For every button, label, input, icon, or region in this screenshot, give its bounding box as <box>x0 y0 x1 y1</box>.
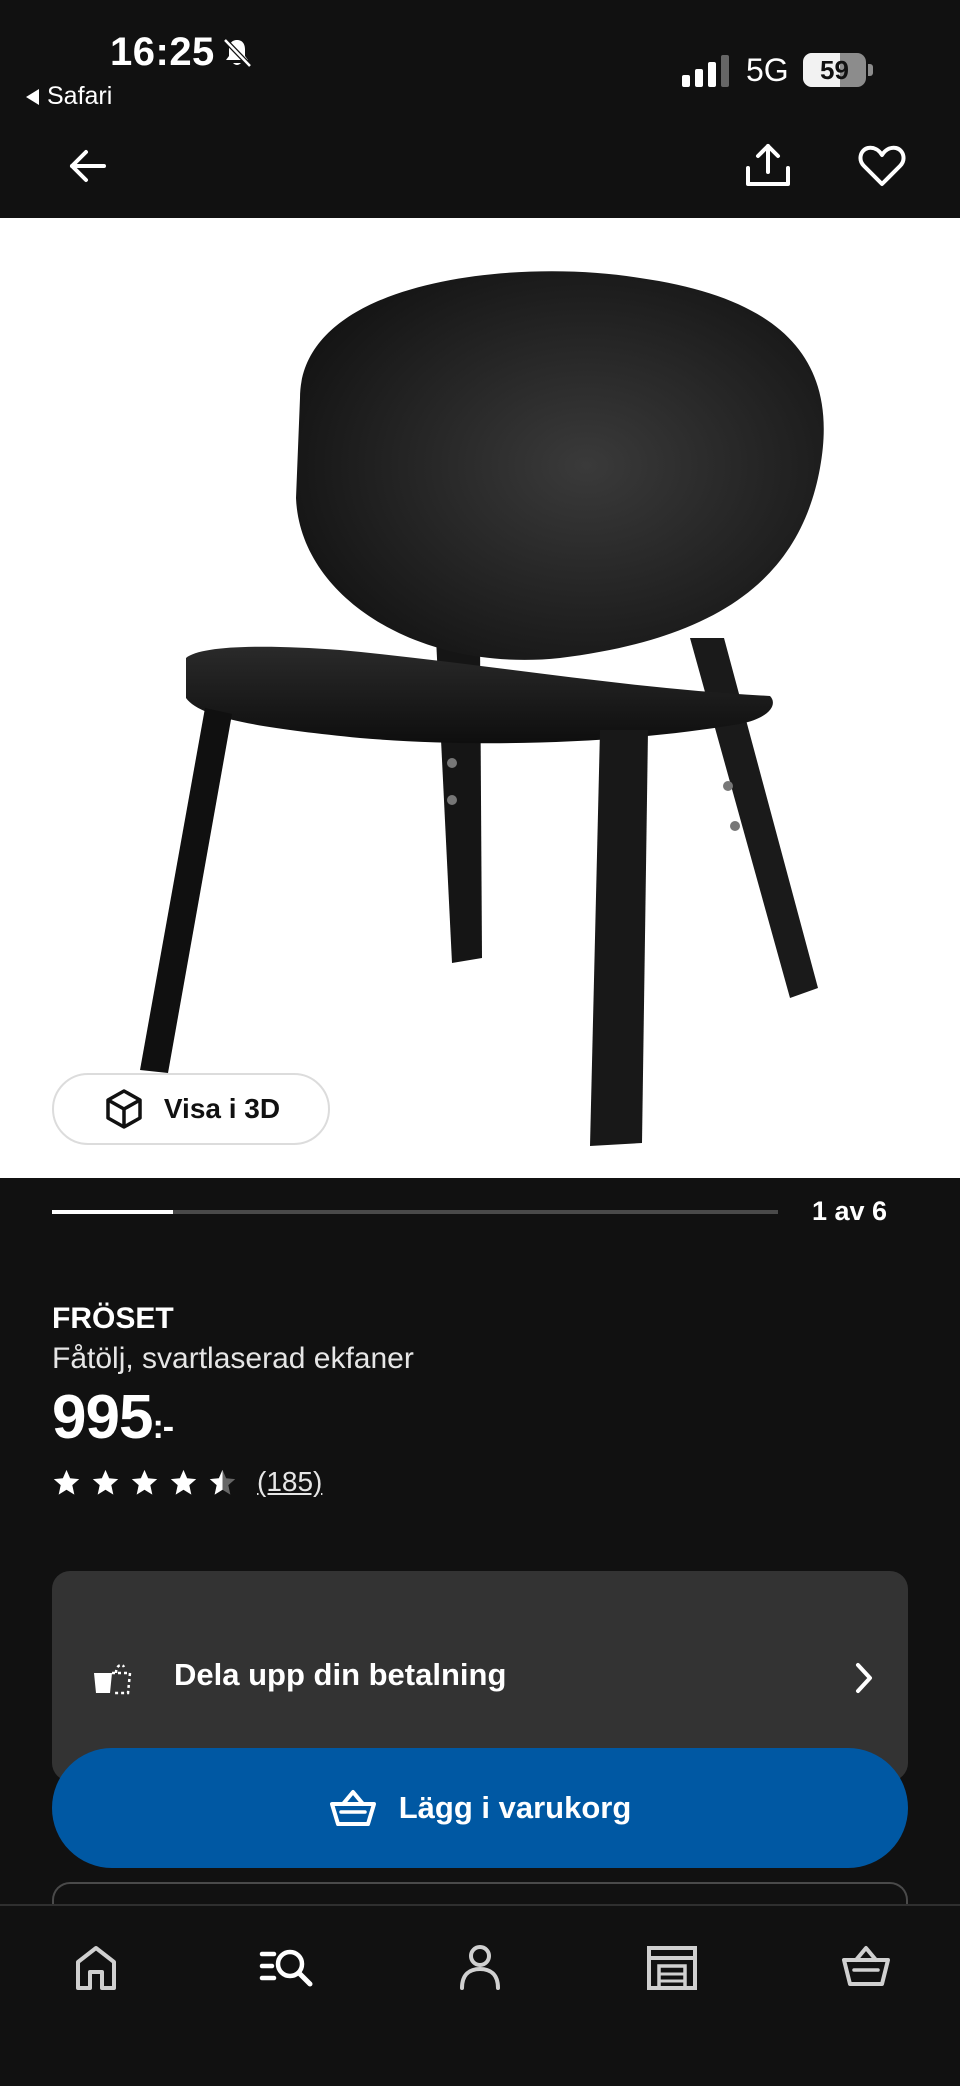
gallery-progress-fill <box>52 1210 173 1214</box>
cart-tab-basket-icon[interactable] <box>836 1936 896 1996</box>
star-icon <box>131 1469 158 1495</box>
clock: 16:25 <box>110 30 215 74</box>
view-3d-button[interactable]: Visa i 3D <box>52 1073 330 1145</box>
star-icon <box>53 1469 80 1495</box>
battery-icon: 59 <box>803 53 873 87</box>
chevron-right-icon <box>856 1663 872 1693</box>
home-icon[interactable] <box>66 1936 126 1996</box>
add-to-cart-button[interactable]: Lägg i varukorg <box>52 1748 908 1868</box>
status-bar: 16:25 Safari 5G 59 <box>0 0 960 112</box>
person-icon[interactable] <box>450 1936 510 1996</box>
share-icon[interactable] <box>740 138 796 194</box>
product-name: FRÖSET <box>52 1302 174 1335</box>
network-type: 5G <box>746 52 789 88</box>
price-value: 995 <box>52 1383 153 1452</box>
price-suffix: :- <box>152 1408 174 1446</box>
star-icon <box>170 1469 197 1495</box>
product-price: 995:- <box>52 1382 174 1453</box>
heart-icon[interactable] <box>854 138 910 194</box>
split-payment-icon <box>94 1663 132 1695</box>
gallery-progress-bar <box>52 1210 778 1214</box>
armchair-photo <box>140 271 824 1146</box>
product-image[interactable]: Visa i 3D <box>0 218 960 1178</box>
product-description: Fåtölj, svartlaserad ekfaner <box>52 1342 414 1375</box>
star-icon <box>92 1469 119 1495</box>
search-list-icon[interactable] <box>256 1936 316 1996</box>
half-star-icon <box>209 1469 236 1495</box>
back-app-label: Safari <box>47 82 113 110</box>
add-to-cart-label: Lägg i varukorg <box>398 1790 632 1825</box>
review-count-link[interactable]: (185) <box>257 1466 322 1498</box>
arrow-left-icon[interactable] <box>60 138 116 194</box>
view-3d-label: Visa i 3D <box>163 1093 281 1124</box>
back-triangle-icon <box>26 88 39 105</box>
product-rating[interactable]: (185) <box>52 1462 322 1502</box>
cellular-signal-icon <box>682 55 729 87</box>
back-to-safari[interactable]: Safari <box>26 82 112 111</box>
top-toolbar <box>0 112 960 218</box>
split-payment-label: Dela upp din betalning <box>174 1657 507 1692</box>
battery-level: 59 <box>820 55 849 85</box>
store-icon[interactable] <box>642 1936 702 1996</box>
bottom-tab-bar <box>0 1904 960 2086</box>
gallery-counter: 1 av 6 <box>812 1196 888 1226</box>
bell-slash-icon <box>223 38 252 68</box>
cube-icon <box>106 1089 142 1129</box>
basket-icon <box>329 1790 376 1826</box>
